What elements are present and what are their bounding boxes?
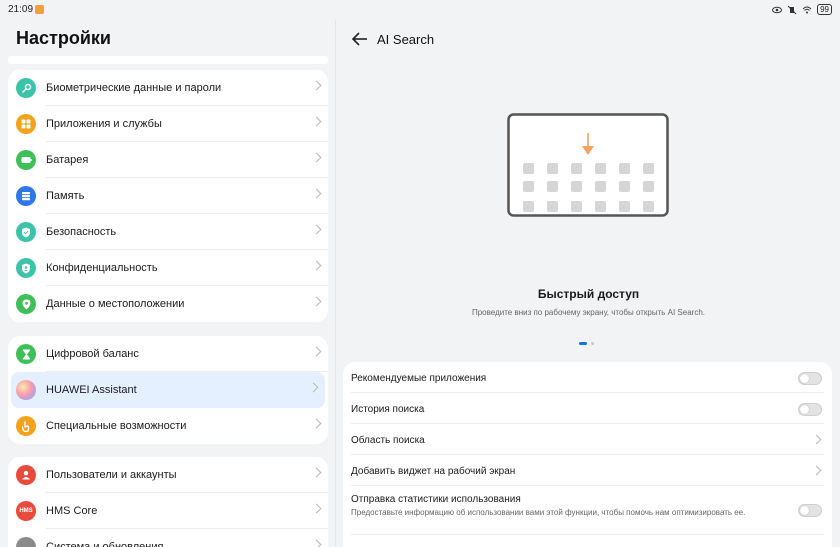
assistant-orb-icon (16, 380, 36, 400)
status-icons: 99 (772, 4, 832, 15)
settings-item-label: HUAWEI Assistant (46, 384, 137, 396)
settings-item-hms-core[interactable]: HMS HMS Core (8, 493, 328, 529)
settings-item-users[interactable]: Пользователи и аккаунты (8, 457, 328, 493)
notification-icon (35, 5, 44, 14)
option-label: Область поиска (351, 435, 425, 446)
option-label: История поиска (351, 404, 425, 415)
settings-item-label: Цифровой баланс (46, 336, 328, 372)
chevron-right-icon (811, 434, 822, 445)
option-add-widget[interactable]: Добавить виджет на рабочий экран (351, 455, 824, 486)
mute-icon (787, 5, 797, 14)
chevron-right-icon (811, 465, 822, 476)
search-history-toggle[interactable] (798, 403, 822, 416)
settings-item-label: Конфиденциальность (46, 250, 328, 286)
apps-grid-icon (16, 114, 36, 134)
battery-indicator: 99 (817, 4, 832, 15)
page-dot (591, 342, 594, 345)
settings-item-label: Данные о местоположении (46, 298, 185, 310)
wifi-icon (802, 6, 812, 13)
location-pin-icon (16, 294, 36, 314)
settings-item-accessibility[interactable]: Специальные возможности (8, 408, 328, 444)
option-label: Рекомендуемые приложения (351, 373, 487, 384)
status-bar: 21:09 99 (0, 0, 840, 20)
settings-title: Настройки (16, 28, 111, 48)
settings-item-system[interactable]: Система и обновления (8, 529, 328, 547)
storage-icon (16, 186, 36, 206)
hms-icon: HMS (16, 501, 36, 521)
settings-group-2: Цифровой баланс HUAWEI Assistant Специал… (8, 336, 328, 444)
page-indicator[interactable] (579, 342, 594, 345)
settings-item-label: Приложения и службы (46, 106, 328, 142)
page-dot-active (579, 342, 587, 345)
settings-item-privacy[interactable]: Конфиденциальность (8, 250, 328, 286)
option-label: Добавить виджет на рабочий экран (351, 466, 516, 477)
option-description: Предоставьте информацию об использовании… (351, 508, 746, 517)
settings-card-stub (8, 56, 328, 64)
option-recommended-apps[interactable]: Рекомендуемые приложения (351, 362, 824, 393)
recommended-apps-toggle[interactable] (798, 372, 822, 385)
settings-item-location[interactable]: Данные о местоположении (8, 286, 328, 322)
shield-icon (16, 222, 36, 242)
settings-group-3: Пользователи и аккаунты HMS HMS Core Сис… (8, 457, 328, 547)
back-arrow-icon[interactable] (351, 32, 369, 46)
settings-group-1: Биометрические данные и пароли Приложени… (8, 70, 328, 322)
settings-item-apps[interactable]: Приложения и службы (8, 106, 328, 142)
battery-icon (16, 150, 36, 170)
swipe-down-illustration (507, 113, 669, 217)
settings-item-label: Батарея (46, 142, 328, 178)
settings-item-security[interactable]: Безопасность (8, 214, 328, 250)
settings-item-huawei-assistant[interactable]: HUAWEI Assistant (11, 372, 325, 408)
settings-item-label: Специальные возможности (46, 420, 187, 432)
settings-item-storage[interactable]: Память (8, 178, 328, 214)
user-icon (16, 465, 36, 485)
option-label: Отправка статистики использования (351, 494, 521, 505)
usage-stats-toggle[interactable] (798, 504, 822, 517)
status-time: 21:09 (8, 4, 34, 15)
settings-item-label: Безопасность (46, 214, 328, 250)
key-icon (16, 78, 36, 98)
option-search-history[interactable]: История поиска (351, 393, 824, 424)
settings-item-label: Биометрические данные и пароли (46, 70, 328, 106)
feature-title: Быстрый доступ (537, 287, 640, 301)
settings-item-battery[interactable]: Батарея (8, 142, 328, 178)
privacy-icon (16, 258, 36, 278)
hand-icon (16, 416, 36, 436)
eye-icon (772, 6, 783, 13)
settings-item-biometrics[interactable]: Биометрические данные и пароли (8, 70, 328, 106)
settings-item-label: Пользователи и аккаунты (46, 457, 328, 493)
settings-pane: Настройки Биометрические данные и пароли… (0, 20, 336, 547)
system-icon (16, 537, 36, 547)
settings-item-label: Память (46, 178, 328, 214)
option-search-scope[interactable]: Область поиска (351, 424, 824, 455)
ai-search-pane: AI Search Быстрый доступ Проведите вниз … (337, 20, 840, 547)
settings-item-label: HMS Core (46, 493, 328, 529)
settings-item-digital-balance[interactable]: Цифровой баланс (8, 336, 328, 372)
page-title: AI Search (377, 32, 435, 47)
option-usage-stats[interactable]: Отправка статистики использования Предос… (351, 486, 824, 535)
settings-item-label: Система и обновления (46, 541, 164, 547)
feature-subtitle: Проведите вниз по рабочему экрану, чтобы… (471, 308, 705, 317)
ai-search-options: Рекомендуемые приложения История поиска … (343, 362, 832, 547)
hourglass-icon (16, 344, 36, 364)
